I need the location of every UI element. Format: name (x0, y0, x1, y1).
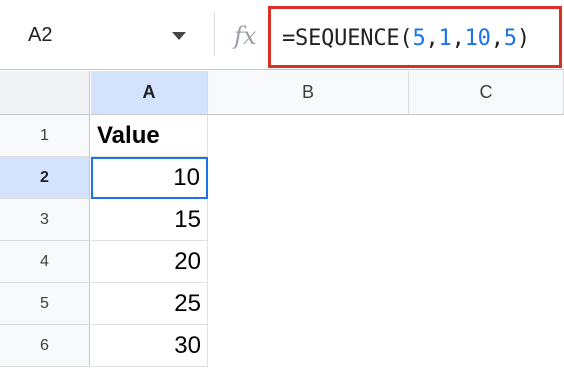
formula-arg: 1 (438, 26, 452, 51)
formula-comma: , (425, 26, 439, 51)
cell-a2-active[interactable]: 10 (91, 157, 208, 199)
row-header-4[interactable]: 4 (0, 241, 90, 283)
row-header-2[interactable]: 2 (0, 157, 90, 199)
row-header-6[interactable]: 6 (0, 325, 90, 367)
cell-a1[interactable]: Value (91, 115, 208, 157)
formula-arg: 5 (503, 26, 517, 51)
fx-icon: fx (234, 22, 257, 50)
row-header-5[interactable]: 5 (0, 283, 90, 325)
column-header-b[interactable]: B (208, 71, 409, 115)
toolbar-divider (214, 12, 215, 56)
formula-function: =SEQUENCE( (282, 26, 413, 51)
formula-arg: 10 (464, 26, 491, 51)
row-header-1[interactable]: 1 (0, 115, 90, 157)
chevron-down-icon[interactable] (170, 30, 188, 42)
formula-input[interactable]: =SEQUENCE(5,1,10,5) (282, 26, 530, 51)
cell-a6[interactable]: 30 (91, 325, 208, 367)
column-header-a[interactable]: A (91, 71, 208, 115)
select-all-corner[interactable] (0, 71, 90, 115)
row-header-3[interactable]: 3 (0, 199, 90, 241)
cell-a4[interactable]: 20 (91, 241, 208, 283)
formula-arg: 5 (412, 26, 426, 51)
cell-a3[interactable]: 15 (91, 199, 208, 241)
cell-a5[interactable]: 25 (91, 283, 208, 325)
column-header-c[interactable]: C (409, 71, 564, 115)
formula-close-paren: ) (516, 26, 530, 51)
formula-comma: , (490, 26, 504, 51)
name-box-value[interactable]: A2 (28, 24, 52, 47)
formula-comma: , (451, 26, 465, 51)
